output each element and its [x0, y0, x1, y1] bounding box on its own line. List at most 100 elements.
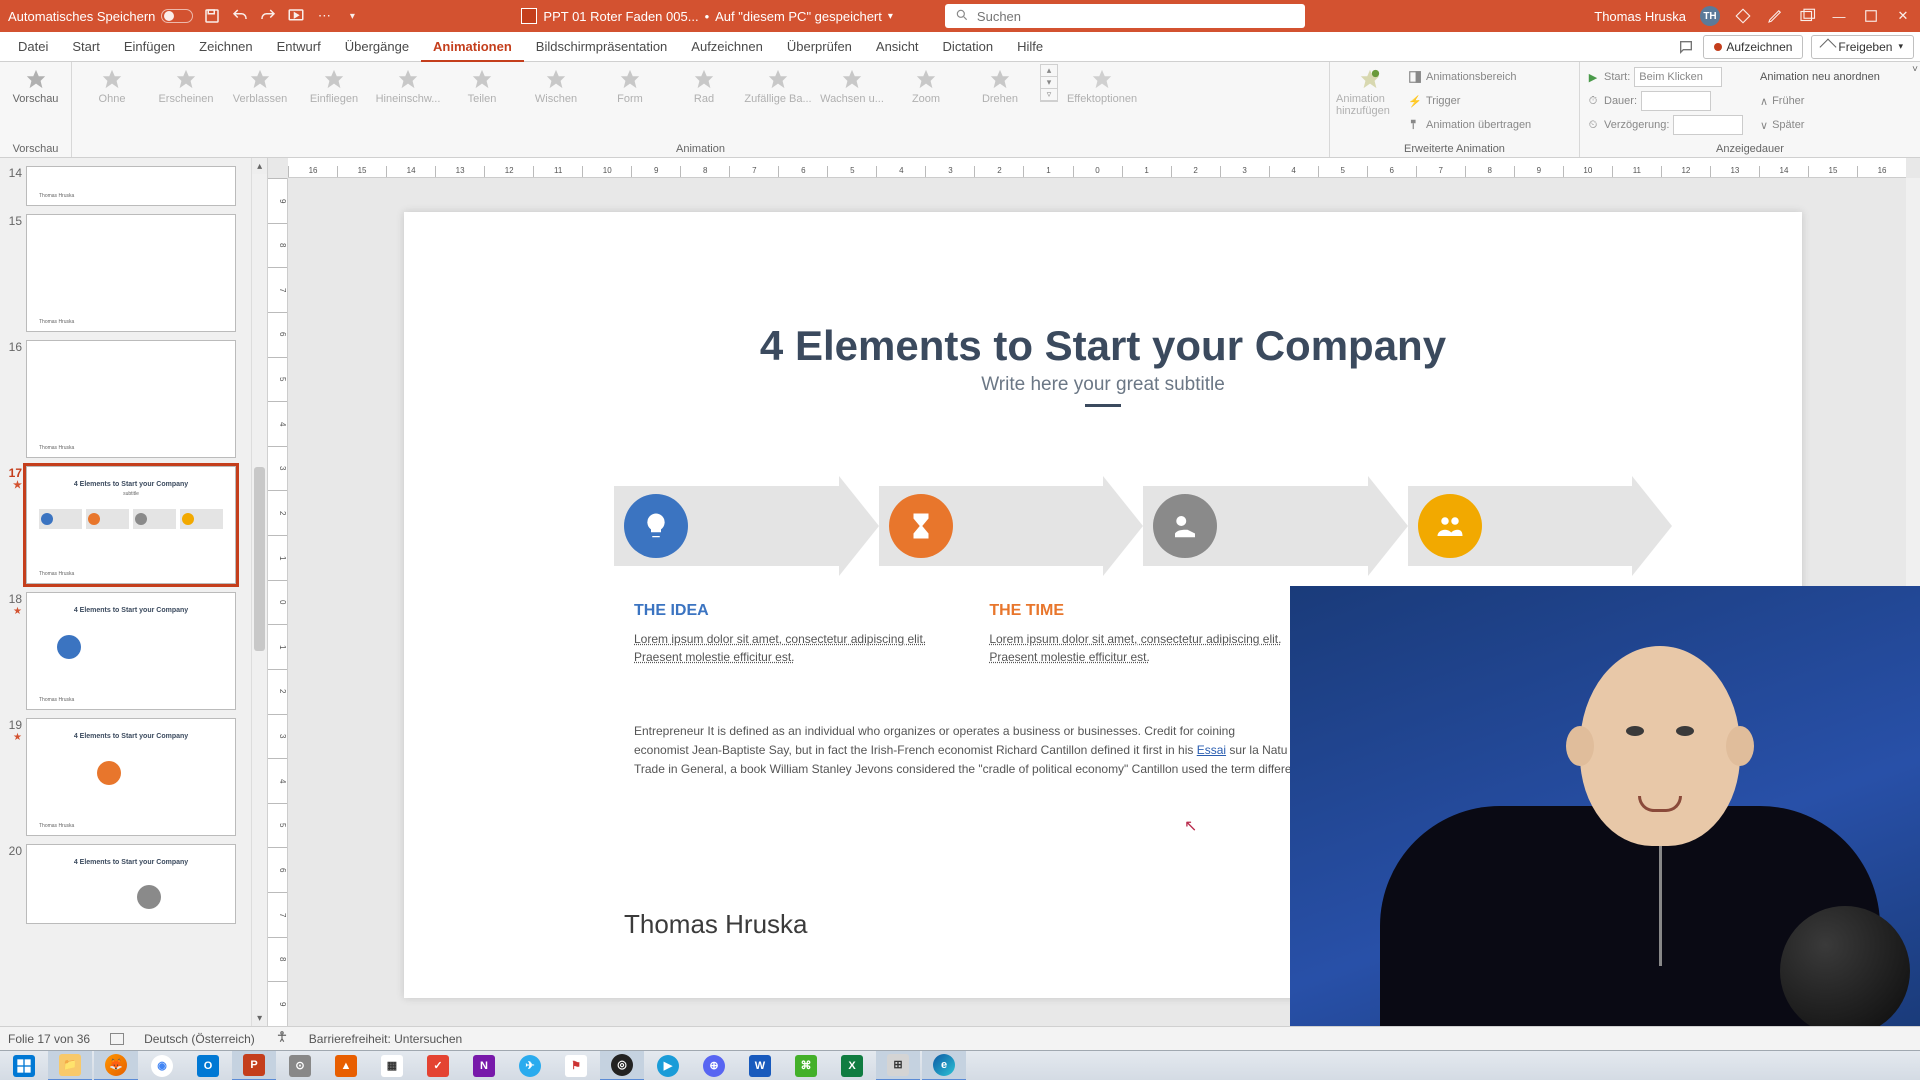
avatar[interactable]: TH	[1700, 6, 1720, 26]
user-name[interactable]: Thomas Hruska	[1594, 9, 1686, 24]
tab-überprüfen[interactable]: Überprüfen	[775, 32, 864, 62]
search-box[interactable]	[945, 4, 1305, 28]
tab-ansicht[interactable]: Ansicht	[864, 32, 931, 62]
redo-icon[interactable]	[259, 7, 277, 25]
app-taskbar-5[interactable]: ⊕	[692, 1051, 736, 1080]
anim-ohne[interactable]: Ohne	[78, 64, 146, 105]
vertical-ruler[interactable]: 9876543210123456789	[268, 178, 288, 1026]
gallery-scroller[interactable]: ▴▾▿	[1040, 64, 1058, 102]
comments-icon[interactable]	[1677, 38, 1695, 56]
app-taskbar-2[interactable]: ▦	[370, 1051, 414, 1080]
anim-erscheinen[interactable]: Erscheinen	[152, 64, 220, 105]
start-select[interactable]: Beim Klicken	[1634, 67, 1722, 87]
tab-datei[interactable]: Datei	[6, 32, 60, 62]
start-button[interactable]	[2, 1051, 46, 1080]
thumb-20[interactable]: 204 Elements to Start your Company	[0, 840, 251, 928]
excel-taskbar[interactable]: X	[830, 1051, 874, 1080]
slideshow-icon[interactable]	[287, 7, 305, 25]
close-icon[interactable]: ✕	[1894, 7, 1912, 25]
app-taskbar-4[interactable]: ▶	[646, 1051, 690, 1080]
scroll-down-icon[interactable]: ▾	[252, 1010, 267, 1026]
thumb-15[interactable]: 15Thomas Hruska	[0, 210, 251, 336]
animation-pane-button[interactable]: Animationsbereich	[1408, 66, 1531, 88]
preview-button[interactable]: Vorschau	[6, 64, 65, 105]
duration-input[interactable]	[1641, 91, 1711, 111]
scroll-up-icon[interactable]: ▴	[252, 158, 267, 174]
outlook-taskbar[interactable]: O	[186, 1051, 230, 1080]
tab-einfügen[interactable]: Einfügen	[112, 32, 187, 62]
anim-wischen[interactable]: Wischen	[522, 64, 590, 105]
filename-label[interactable]: PPT 01 Roter Faden 005...	[543, 9, 698, 24]
todoist-taskbar[interactable]: ✓	[416, 1051, 460, 1080]
tab-animationen[interactable]: Animationen	[421, 32, 524, 62]
more-icon[interactable]: ⋯	[315, 7, 333, 25]
author-name[interactable]: Thomas Hruska	[624, 909, 808, 940]
pen-icon[interactable]	[1766, 7, 1784, 25]
share-button[interactable]: Freigeben▾	[1811, 35, 1914, 59]
thumb-19[interactable]: 19★4 Elements to Start your CompanyThoma…	[0, 714, 251, 840]
scrollbar-thumb[interactable]	[254, 467, 265, 651]
move-later-button[interactable]: ∨Später	[1760, 114, 1880, 136]
anim-wachsen-u-[interactable]: Wachsen u...	[818, 64, 886, 105]
anim-zuf-llige-ba-[interactable]: Zufällige Ba...	[744, 64, 812, 105]
anim-teilen[interactable]: Teilen	[448, 64, 516, 105]
add-animation-button[interactable]: Animation hinzufügen	[1336, 64, 1404, 117]
trigger-button[interactable]: ⚡Trigger	[1408, 90, 1531, 112]
maximize-icon[interactable]	[1862, 7, 1880, 25]
explorer-taskbar[interactable]: 📁	[48, 1051, 92, 1080]
thumb-16[interactable]: 16Thomas Hruska	[0, 336, 251, 462]
save-icon[interactable]	[203, 7, 221, 25]
animation-painter-button[interactable]: Animation übertragen	[1408, 114, 1531, 136]
tab-hilfe[interactable]: Hilfe	[1005, 32, 1055, 62]
effect-options-button[interactable]: Effektoptionen	[1068, 64, 1136, 105]
anim-form[interactable]: Form	[596, 64, 664, 105]
edge-taskbar[interactable]: e	[922, 1051, 966, 1080]
app-taskbar-3[interactable]: ⚑	[554, 1051, 598, 1080]
thumb-14[interactable]: 14Thomas Hruska	[0, 162, 251, 210]
anim-rad[interactable]: Rad	[670, 64, 738, 105]
slide-counter[interactable]: Folie 17 von 36	[8, 1032, 90, 1046]
saved-location[interactable]: Auf "diesem PC" gespeichert	[715, 9, 882, 24]
app-taskbar-1[interactable]: ⊙	[278, 1051, 322, 1080]
diamond-icon[interactable]	[1734, 7, 1752, 25]
delay-input[interactable]	[1673, 115, 1743, 135]
app-taskbar-6[interactable]: ⌘	[784, 1051, 828, 1080]
firefox-taskbar[interactable]: 🦊	[94, 1051, 138, 1080]
language-label[interactable]: Deutsch (Österreich)	[144, 1032, 255, 1046]
horizontal-ruler[interactable]: 1615141312111098765432101234567891011121…	[288, 158, 1906, 178]
tab-dictation[interactable]: Dictation	[931, 32, 1006, 62]
autosave-toggle[interactable]	[161, 9, 193, 23]
accessibility-label[interactable]: Barrierefreiheit: Untersuchen	[309, 1032, 462, 1046]
column-blue[interactable]: THE IDEALorem ipsum dolor sit amet, cons…	[634, 602, 941, 666]
onenote-taskbar[interactable]: N	[462, 1051, 506, 1080]
column-orange[interactable]: THE TIMELorem ipsum dolor sit amet, cons…	[989, 602, 1296, 666]
idea-circle[interactable]	[624, 494, 688, 558]
time-circle[interactable]	[889, 494, 953, 558]
tab-aufzeichnen[interactable]: Aufzeichnen	[679, 32, 775, 62]
app-taskbar-7[interactable]: ⊞	[876, 1051, 920, 1080]
undo-icon[interactable]	[231, 7, 249, 25]
window-icon[interactable]	[1798, 7, 1816, 25]
anim-drehen[interactable]: Drehen	[966, 64, 1034, 105]
tab-entwurf[interactable]: Entwurf	[265, 32, 333, 62]
tab-bildschirmpräsentation[interactable]: Bildschirmpräsentation	[524, 32, 680, 62]
anim-einfliegen[interactable]: Einfliegen	[300, 64, 368, 105]
vlc-taskbar[interactable]: ▲	[324, 1051, 368, 1080]
move-earlier-button[interactable]: ∧Früher	[1760, 90, 1880, 112]
tab-zeichnen[interactable]: Zeichnen	[187, 32, 264, 62]
obs-taskbar[interactable]: ◎	[600, 1051, 644, 1080]
slide-title[interactable]: 4 Elements to Start your Company	[404, 322, 1802, 370]
tab-übergänge[interactable]: Übergänge	[333, 32, 421, 62]
thumb-17[interactable]: 17★4 Elements to Start your Companysubti…	[0, 462, 251, 588]
anim-verblassen[interactable]: Verblassen	[226, 64, 294, 105]
collapse-ribbon-icon[interactable]: ˅	[1912, 64, 1918, 75]
chrome-taskbar[interactable]: ◉	[140, 1051, 184, 1080]
people-circle[interactable]	[1418, 494, 1482, 558]
thumb-18[interactable]: 18★4 Elements to Start your CompanyThoma…	[0, 588, 251, 714]
search-input[interactable]	[977, 9, 1295, 24]
essai-link[interactable]: Essai	[1197, 743, 1226, 757]
powerpoint-taskbar[interactable]: P	[232, 1051, 276, 1080]
record-button[interactable]: Aufzeichnen	[1703, 35, 1803, 59]
money-circle[interactable]	[1153, 494, 1217, 558]
slide-subtitle[interactable]: Write here your great subtitle	[404, 374, 1802, 396]
